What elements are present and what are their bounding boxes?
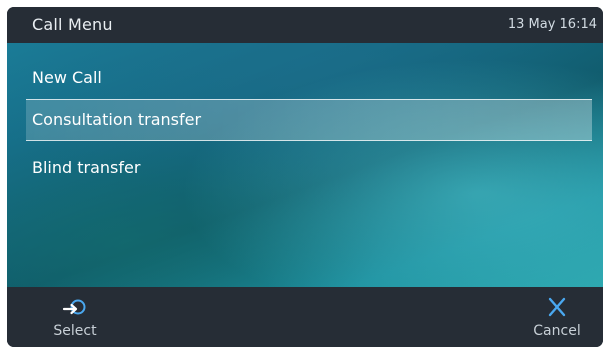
menu-item-new-call[interactable]: New Call bbox=[7, 57, 603, 99]
select-softkey[interactable]: Select bbox=[45, 287, 105, 347]
select-label: Select bbox=[53, 323, 97, 339]
title-bar: Call Menu 13 May 16:14 bbox=[7, 7, 603, 43]
menu-item-label: Consultation transfer bbox=[32, 110, 202, 129]
menu-item-blind-transfer[interactable]: Blind transfer bbox=[7, 147, 603, 189]
phone-screen: Call Menu 13 May 16:14 New Call Consulta… bbox=[7, 7, 603, 347]
menu-list: New Call Consultation transfer Blind tra… bbox=[7, 43, 603, 287]
cancel-label: Cancel bbox=[533, 323, 581, 339]
date-time: 13 May 16:14 bbox=[507, 17, 597, 32]
cancel-softkey[interactable]: Cancel bbox=[527, 287, 587, 347]
menu-item-label: Blind transfer bbox=[32, 158, 141, 177]
menu-item-label: New Call bbox=[32, 68, 102, 87]
softkey-bar: Select Cancel bbox=[7, 287, 603, 347]
menu-item-consultation-transfer[interactable]: Consultation transfer bbox=[26, 99, 592, 141]
page-title: Call Menu bbox=[32, 15, 113, 34]
select-arrow-icon bbox=[62, 299, 86, 315]
close-x-icon bbox=[548, 297, 566, 317]
